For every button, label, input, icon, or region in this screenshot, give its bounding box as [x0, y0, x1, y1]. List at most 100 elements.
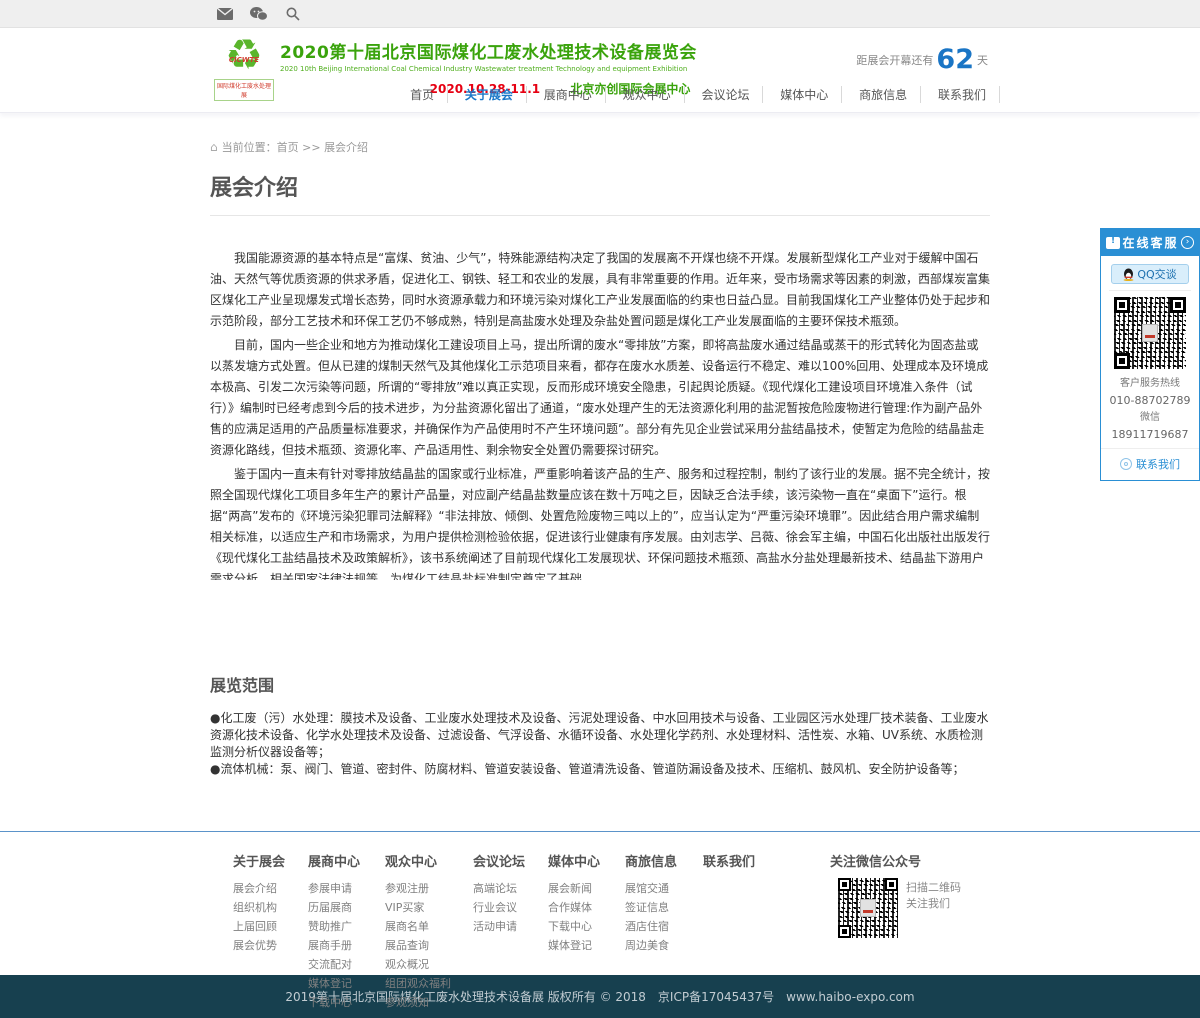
footer-link[interactable]: 组团观众福利 [385, 974, 473, 993]
footer-link[interactable]: 合作媒体 [548, 898, 625, 917]
intro-paragraph: 我国能源资源的基本特点是“富煤、贫油、少气”，特殊能源结构决定了我国的发展离不开… [210, 248, 990, 332]
intro-paragraph: 目前，国内一些企业和地方为推动煤化工建设项目上马，提出所谓的废水“零排放”方案，… [210, 335, 990, 461]
nav-about[interactable]: 关于展会 [452, 86, 527, 103]
breadcrumb-current: 展会介绍 [324, 141, 368, 154]
footer-col-media: 媒体中心 展会新闻 合作媒体 下载中心 媒体登记 [548, 851, 625, 1012]
footer-link[interactable]: 展品查询 [385, 936, 473, 955]
footer-col-title: 观众中心 [385, 851, 473, 870]
exhibition-subtitle-en: 2020 10th Beijing International Coal Che… [280, 65, 840, 73]
footer-link[interactable]: 参观注册 [385, 879, 473, 898]
contact-us-link[interactable]: 联系我们 [1101, 448, 1199, 480]
footer-link[interactable]: 行业会议 [473, 898, 548, 917]
footer-link[interactable]: 周边美食 [625, 936, 703, 955]
wechat-label: 微信 [1101, 409, 1199, 426]
nav-contact-us[interactable]: 联系我们 [925, 86, 1000, 103]
hotline-label: 客户服务热线 [1101, 375, 1199, 392]
footer-col-title: 商旅信息 [625, 851, 703, 870]
site-footer: 关于展会 展会介绍 组织机构 上届回顾 展会优势 展商中心 参展申请 历届展商 … [0, 831, 1200, 975]
footer-qr-code [838, 878, 898, 938]
countdown-days: 62 [936, 44, 974, 75]
footer-link[interactable]: 下载中心 [308, 993, 385, 1012]
logo-caption: 国际煤化工废水处理展 [214, 79, 274, 101]
wechat-number: 18911719687 [1101, 426, 1199, 443]
service-panel-title: 在线客服 [1120, 234, 1181, 251]
footer-link[interactable]: 展商名单 [385, 917, 473, 936]
footer-link[interactable]: 媒体登记 [308, 974, 385, 993]
footer-col-contact: 联系我们 [703, 851, 830, 1012]
nav-exhibitor-center[interactable]: 展商中心 [531, 86, 606, 103]
home-icon [210, 141, 222, 154]
footer-link[interactable]: 组织机构 [233, 898, 308, 917]
breadcrumb-separator: >> [302, 141, 320, 154]
footer-wechat-section: 关注微信公众号 扫描二维码 关注我们 [830, 851, 1000, 1012]
email-icon[interactable] [214, 5, 236, 23]
footer-link[interactable]: 上届回顾 [233, 917, 308, 936]
recycle-icon: ♻ [214, 32, 274, 78]
intro-paragraphs: 我国能源资源的基本特点是“富煤、贫油、少气”，特殊能源结构决定了我国的发展离不开… [210, 248, 990, 580]
countdown-prefix: 距展会开幕还有 [856, 54, 933, 67]
breadcrumb-prefix: 当前位置： [222, 141, 277, 154]
qq-penguin-icon [1123, 268, 1134, 281]
scope-item: ●流体机械：泵、阀门、管道、密封件、防腐材料、管道安装设备、管道清洗设备、管道防… [210, 761, 990, 778]
chat-bubble-icon [1106, 237, 1120, 249]
countdown: 距展会开幕还有62天 [856, 44, 988, 75]
nav-visitor-center[interactable]: 观众中心 [610, 86, 685, 103]
footer-link[interactable]: 高端论坛 [473, 879, 548, 898]
footer-link[interactable]: 活动申请 [473, 917, 548, 936]
hotline-number: 010-88702789 [1101, 392, 1199, 409]
intro-paragraph: 鉴于国内一直未有针对零排放结晶盐的国家或行业标准，严重影响着该产品的生产、服务和… [210, 464, 990, 580]
footer-link[interactable]: VIP买家 [385, 898, 473, 917]
qq-chat-label: QQ交谈 [1137, 266, 1176, 282]
footer-col-title: 关于展会 [233, 851, 308, 870]
footer-col-travel: 商旅信息 展馆交通 签证信息 酒店住宿 周边美食 [625, 851, 703, 1012]
footer-col-title: 联系我们 [703, 851, 830, 870]
footer-link[interactable]: 展馆交通 [625, 879, 703, 898]
online-service-panel: 在线客服 › QQ交谈 客户服务热线 010-88702789 微信 18911… [1100, 228, 1200, 481]
main-content: 当前位置：首页 >> 展会介绍 展会介绍 我国能源资源的基本特点是“富煤、贫油、… [0, 113, 1200, 831]
nav-travel-info[interactable]: 商旅信息 [846, 86, 921, 103]
countdown-suffix: 天 [977, 54, 988, 67]
qr-center-logo [860, 899, 876, 917]
footer-col-forum: 会议论坛 高端论坛 行业会议 活动申请 [473, 851, 548, 1012]
footer-link[interactable]: 酒店住宿 [625, 917, 703, 936]
collapse-arrow-icon[interactable]: › [1181, 236, 1194, 249]
logo-acronym: CICWTE [214, 56, 274, 64]
wechat-icon[interactable] [248, 5, 270, 23]
nav-home[interactable]: 首页 [397, 86, 448, 103]
page-title: 展会介绍 [210, 170, 990, 216]
footer-link[interactable]: 展会介绍 [233, 879, 308, 898]
footer-link[interactable]: 交流配对 [308, 955, 385, 974]
footer-link[interactable]: 展商手册 [308, 936, 385, 955]
footer-wechat-title: 关注微信公众号 [830, 851, 1000, 870]
footer-link[interactable]: 观众概况 [385, 955, 473, 974]
footer-link[interactable]: 下载中心 [548, 917, 625, 936]
footer-link[interactable]: 签证信息 [625, 898, 703, 917]
nav-conference-forum[interactable]: 会议论坛 [688, 86, 763, 103]
footer-link[interactable]: 参观须知 [385, 993, 473, 1012]
footer-link[interactable]: 历届展商 [308, 898, 385, 917]
footer-link[interactable]: 赞助推广 [308, 917, 385, 936]
scope-list: ●化工废（污）水处理：膜技术及设备、工业废水处理技术及设备、污泥处理设备、中水回… [210, 710, 990, 780]
breadcrumb-home-link[interactable]: 首页 [277, 141, 299, 154]
footer-link[interactable]: 展会新闻 [548, 879, 625, 898]
qq-chat-button[interactable]: QQ交谈 [1111, 264, 1189, 284]
footer-link[interactable]: 参展申请 [308, 879, 385, 898]
footer-link[interactable]: 展会优势 [233, 936, 308, 955]
qr-center-logo [1142, 324, 1158, 342]
footer-col-visitor: 观众中心 参观注册 VIP买家 展商名单 展品查询 观众概况 组团观众福利 参观… [385, 851, 473, 1012]
footer-col-title: 媒体中心 [548, 851, 625, 870]
footer-wechat-tip: 关注我们 [906, 896, 961, 912]
site-header: ♻ CICWTE 国际煤化工废水处理展 2020第十届北京国际煤化工废水处理技术… [0, 28, 1200, 113]
service-qr-code [1114, 297, 1186, 369]
contact-us-label: 联系我们 [1136, 456, 1180, 472]
nav-media-center[interactable]: 媒体中心 [767, 86, 842, 103]
footer-col-about: 关于展会 展会介绍 组织机构 上届回顾 展会优势 [233, 851, 308, 1012]
scope-item: ●化工废（污）水处理：膜技术及设备、工业废水处理技术及设备、污泥处理设备、中水回… [210, 710, 990, 761]
search-icon[interactable] [282, 5, 304, 23]
footer-wechat-tip: 扫描二维码 [906, 880, 961, 896]
top-utility-bar [0, 0, 1200, 28]
breadcrumb: 当前位置：首页 >> 展会介绍 [210, 139, 990, 155]
footer-link[interactable]: 媒体登记 [548, 936, 625, 955]
scope-section-title: 展览范围 [210, 672, 990, 696]
phone-icon [1120, 458, 1132, 470]
